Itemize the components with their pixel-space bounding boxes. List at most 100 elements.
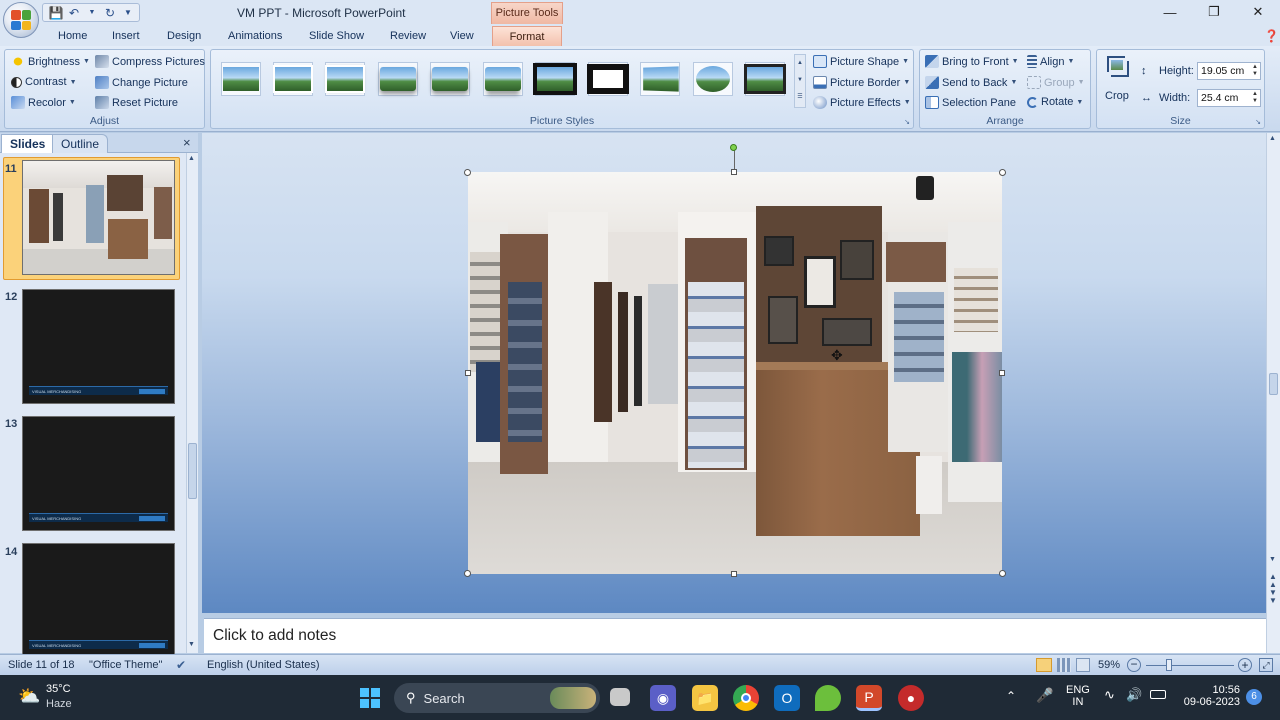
picture-style-11[interactable] [744, 62, 786, 96]
contrast-button[interactable]: Contrast ▼ [11, 76, 77, 88]
customize-qat-icon[interactable]: ▼ [121, 6, 135, 20]
selected-store-picture[interactable]: ✥ [468, 172, 1002, 574]
main-scrollbar[interactable]: ▲ ▼ ▲ ▲ ▼ ▼ [1266, 133, 1280, 653]
clock[interactable]: 10:56 09-06-2023 [1182, 684, 1240, 708]
office-button[interactable] [3, 2, 39, 38]
chrome-icon[interactable] [733, 685, 759, 711]
resize-handle-nw[interactable] [464, 169, 471, 176]
resize-handle-e[interactable] [999, 370, 1005, 376]
picture-style-7[interactable] [533, 62, 577, 96]
scroll-down-icon[interactable]: ▼ [1269, 556, 1276, 563]
resize-handle-se[interactable] [999, 570, 1006, 577]
microphone-icon[interactable]: 🎤 [1036, 687, 1053, 704]
notification-badge[interactable]: 6 [1246, 689, 1262, 705]
spell-check-icon[interactable]: ✔ [176, 658, 186, 672]
next-slide-icon[interactable]: ▼ ▼ [1269, 589, 1277, 605]
rotation-handle[interactable] [730, 144, 737, 151]
input-language[interactable]: ENG IN [1066, 684, 1090, 708]
tab-slides[interactable]: Slides [1, 134, 55, 153]
picture-style-9[interactable] [640, 62, 680, 96]
save-icon[interactable]: 💾 [49, 6, 64, 20]
redo-icon[interactable]: ↻ [103, 6, 117, 20]
weather-temp[interactable]: 35°C [46, 683, 71, 695]
resize-handle-s[interactable] [731, 571, 737, 577]
weather-icon[interactable]: ⛅ [18, 687, 40, 705]
tab-animations[interactable]: Animations [226, 26, 284, 46]
task-view-icon[interactable] [610, 688, 630, 706]
wifi-icon[interactable]: ∿ [1104, 687, 1115, 703]
scroll-up-icon[interactable]: ▲ [188, 155, 195, 162]
bring-to-front-button[interactable]: Bring to Front ▼ [925, 55, 1019, 68]
picture-effects-button[interactable]: Picture Effects ▼ [813, 96, 911, 109]
undo-dropdown-icon[interactable]: ▼ [85, 6, 99, 20]
zoom-slider-thumb[interactable] [1166, 659, 1172, 671]
show-hidden-icons-icon[interactable]: ⌃ [1006, 689, 1016, 703]
picture-style-6[interactable] [483, 62, 523, 96]
zoom-out-icon[interactable]: − [1127, 658, 1141, 672]
height-input[interactable]: 19.05 cm ▲ ▼ [1197, 62, 1261, 80]
slide-show-view-icon[interactable] [1076, 658, 1090, 672]
previous-slide-icon[interactable]: ▲ ▲ [1269, 573, 1277, 589]
crop-icon[interactable] [1103, 54, 1131, 80]
tab-format[interactable]: Format [492, 26, 562, 46]
tab-slide-show[interactable]: Slide Show [307, 26, 366, 46]
zoom-level[interactable]: 59% [1098, 659, 1120, 671]
picture-style-10[interactable] [693, 62, 733, 96]
compress-pictures-button[interactable]: Compress Pictures [95, 55, 205, 68]
size-dialog-launcher-icon[interactable]: ↘ [1255, 118, 1261, 126]
brightness-button[interactable]: Brightness ▼ [11, 55, 90, 68]
powerpoint-icon[interactable]: P [856, 685, 882, 711]
picture-shape-button[interactable]: Picture Shape ▼ [813, 55, 909, 68]
scroll-up-icon[interactable]: ▲ [1269, 135, 1276, 142]
picture-style-2[interactable] [273, 62, 313, 96]
minimize-button[interactable]: — [1148, 0, 1192, 24]
slide-thumbnail-12[interactable]: VISUAL MERCHANDISING [22, 289, 175, 404]
screen-recorder-icon[interactable]: ● [898, 685, 924, 711]
tab-design[interactable]: Design [165, 26, 203, 46]
scroll-down-icon[interactable]: ▼ [188, 641, 195, 648]
slide-thumbnail-11[interactable] [22, 160, 175, 275]
undo-icon[interactable]: ↶ [67, 6, 81, 20]
rotate-button[interactable]: Rotate ▼ [1027, 96, 1083, 108]
scrollbar-thumb[interactable] [188, 443, 197, 499]
picture-style-4[interactable] [378, 62, 418, 96]
teams-icon[interactable]: ◉ [650, 685, 676, 711]
height-spinner-icon[interactable]: ▲ ▼ [1252, 64, 1258, 78]
notes-pane[interactable]: Click to add notes [204, 618, 1266, 653]
tab-home[interactable]: Home [56, 26, 89, 46]
taskbar-search[interactable]: ⚲ Search [394, 683, 600, 713]
close-button[interactable]: ✕ [1236, 0, 1280, 24]
outlook-icon[interactable]: O [774, 685, 800, 711]
battery-icon[interactable] [1150, 690, 1166, 699]
width-spinner-icon[interactable]: ▲ ▼ [1252, 91, 1258, 105]
tab-outline[interactable]: Outline [52, 134, 109, 153]
slides-pane-scrollbar[interactable]: ▲ ▼ [186, 153, 198, 653]
resize-handle-ne[interactable] [999, 169, 1006, 176]
resize-handle-n[interactable] [731, 169, 737, 175]
app-icon[interactable] [815, 685, 841, 711]
theme-name[interactable]: "Office Theme" [89, 659, 162, 671]
slide-sorter-view-icon[interactable] [1057, 658, 1071, 672]
slide-thumbnail-14[interactable]: VISUAL MERCHANDISING [22, 543, 175, 658]
picture-style-1[interactable] [221, 62, 261, 96]
tab-review[interactable]: Review [388, 26, 428, 46]
picture-border-button[interactable]: Picture Border ▼ [813, 76, 910, 89]
file-explorer-icon[interactable]: 📁 [692, 685, 718, 711]
volume-icon[interactable]: 🔊 [1126, 687, 1142, 703]
resize-handle-w[interactable] [465, 370, 471, 376]
tab-view[interactable]: View [448, 26, 476, 46]
language-indicator[interactable]: English (United States) [207, 659, 320, 671]
zoom-slider[interactable] [1146, 665, 1234, 666]
normal-view-icon[interactable] [1036, 658, 1052, 672]
picture-style-5[interactable] [430, 62, 470, 96]
group-button[interactable]: Group ▼ [1027, 76, 1085, 89]
crop-button[interactable]: Crop [1105, 90, 1129, 102]
recolor-button[interactable]: Recolor ▼ [11, 96, 76, 109]
picture-style-3[interactable] [325, 62, 365, 96]
selection-pane-button[interactable]: Selection Pane [925, 96, 1016, 109]
dialog-launcher-icon[interactable]: ↘ [904, 118, 910, 126]
start-icon[interactable] [357, 685, 383, 711]
send-to-back-button[interactable]: Send to Back ▼ [925, 76, 1017, 89]
zoom-in-icon[interactable]: + [1238, 658, 1252, 672]
fit-to-window-icon[interactable]: ⤢ [1259, 658, 1273, 672]
